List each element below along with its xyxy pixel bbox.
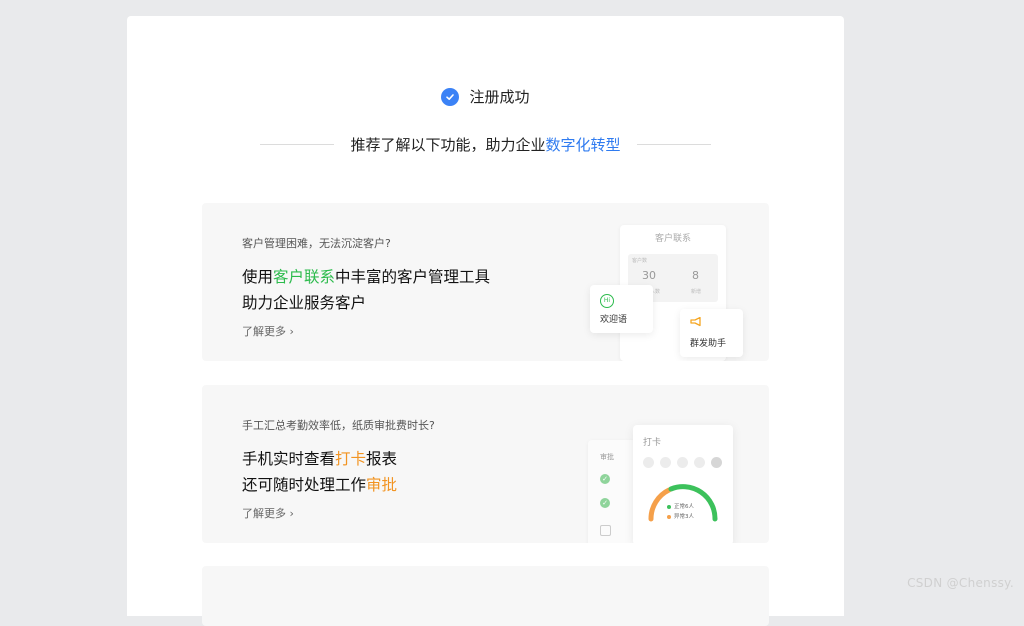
day-dot [660,457,671,468]
stat-value-2: 8 [692,269,699,282]
legend-abnormal: 异常3人 [667,512,694,520]
chat-bubble-icon: Hi [600,294,614,308]
megaphone-icon [690,316,702,330]
card-question: 客户管理困难，无法沉淀客户? [242,237,391,250]
headline-highlight: 审批 [366,476,398,494]
learn-more-link[interactable]: 了解更多 › [242,505,294,521]
checkbox-icon [600,525,611,536]
feature-card-attendance: 手工汇总考勤效率低，纸质审批费时长? 手机实时查看打卡报表 还可随时处理工作审批… [202,385,769,543]
headline-text: 助力企业服务客户 [242,294,367,312]
headline-highlight: 打卡 [335,450,367,468]
stats-label: 客户数 [632,258,648,264]
legend-normal: 正常6人 [667,502,694,510]
day-dots [643,457,722,468]
group-send-label: 群发助手 [690,339,727,349]
check-icon: ✓ [600,474,610,484]
feature-card-customer-contact: 客户管理困难，无法沉淀客户? 使用客户联系中丰富的客户管理工具 助力企业服务客户… [202,203,769,361]
approval-title: 审批 [600,453,614,461]
check-icon: ✓ [600,498,610,508]
welcome-label: 欢迎语 [600,315,628,325]
divider-right [636,144,711,145]
clock-in-title: 打卡 [643,438,662,448]
legend-normal-label: 正常6人 [674,504,694,510]
card-headline-line1: 手机实时查看打卡报表 [242,447,397,469]
day-dot [677,457,688,468]
headline-text: 还可随时处理工作 [242,476,367,494]
illustration-title: 客户联系 [654,234,691,244]
stat-value-1: 30 [642,269,656,282]
day-dot [694,457,705,468]
legend-abnormal-label: 异常3人 [674,514,694,520]
recommend-text: 推荐了解以下功能，助力企业 [350,136,546,154]
divider-left [260,144,335,145]
card-headline-line2: 助力企业服务客户 [242,291,366,313]
success-message: 注册成功 [469,88,530,106]
headline-highlight: 客户联系 [273,268,336,286]
watermark: CSDN @Chenssy. [907,576,1014,590]
headline-text: 使用 [242,268,274,286]
headline-text: 手机实时查看 [242,450,336,468]
feature-card-partial [202,566,769,626]
welcome-message-card: Hi 欢迎语 [590,285,653,333]
clock-in-illustration: 打卡 正常6人 异常3人 [633,425,733,543]
headline-text: 中丰富的客户管理工具 [335,268,491,286]
day-dot [711,457,722,468]
recommend-heading: 推荐了解以下功能，助力企业数字化转型 [260,134,711,155]
success-header: 注册成功 [127,86,844,107]
card-question: 手工汇总考勤效率低，纸质审批费时长? [242,419,435,432]
day-dot [643,457,654,468]
card-headline-line1: 使用客户联系中丰富的客户管理工具 [242,265,490,287]
card-headline-line2: 还可随时处理工作审批 [242,473,397,495]
registration-panel: 注册成功 推荐了解以下功能，助力企业数字化转型 客户管理困难，无法沉淀客户? 使… [127,16,844,626]
recommend-highlight: 数字化转型 [545,136,621,154]
headline-text: 报表 [366,450,398,468]
group-send-card: 群发助手 [680,309,743,357]
check-circle-icon [441,87,460,106]
stat-label-2: 新增 [691,289,702,295]
learn-more-link[interactable]: 了解更多 › [242,323,294,339]
